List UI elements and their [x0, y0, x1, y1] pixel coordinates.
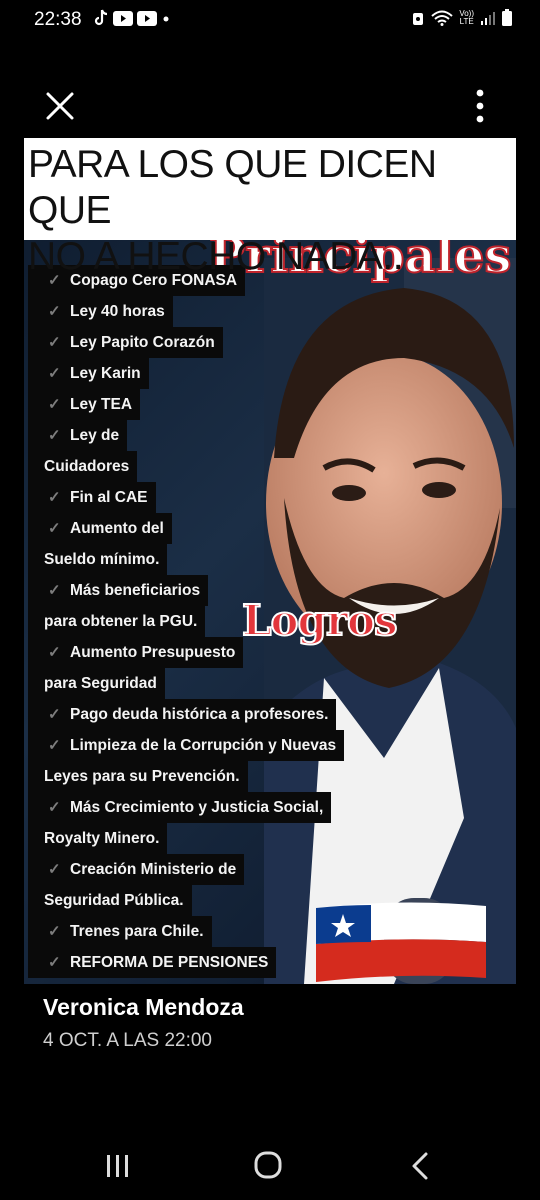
lte-indicator: Vo)) LTE	[459, 8, 474, 26]
post-timestamp: 4 OCT. A LAS 22:00	[43, 1030, 212, 1051]
signal-icon	[481, 11, 495, 25]
checkmark-icon: ✓	[48, 303, 61, 320]
achievement-text: para Seguridad	[44, 675, 157, 692]
alarm-icon	[413, 12, 424, 25]
achievement-text: Más beneficiarios	[70, 582, 201, 599]
checkmark-icon: ✓	[48, 861, 61, 878]
achievement-item: ✓ Ley de	[28, 420, 128, 451]
achievement-text: Limpieza de la Corrupción y Nuevas	[70, 737, 337, 754]
achievement-item: ✓ Limpieza de la Corrupción y Nuevas	[28, 730, 345, 761]
achievement-text: REFORMA DE PENSIONES	[70, 954, 269, 971]
achievement-item: ✓ REFORMA DE PENSIONES	[28, 947, 277, 978]
youtube-icon	[113, 10, 133, 26]
chile-flag-icon	[316, 902, 486, 982]
achievement-item: ✓ Creación Ministerio de	[28, 854, 245, 885]
checkmark-icon: ✓	[48, 954, 61, 971]
achievement-text: Creación Ministerio de	[70, 861, 237, 878]
achievement-item: ✓ Aumento del	[28, 513, 172, 544]
achievement-item: para obtener la PGU.	[28, 606, 206, 637]
achievement-text: Royalty Minero.	[44, 830, 160, 847]
achievement-text: Seguridad Pública.	[44, 892, 184, 909]
achievement-text: Ley 40 horas	[70, 303, 165, 320]
achievement-item: ✓ Ley 40 horas	[28, 296, 173, 327]
achievement-item: ✓ Más Crecimiento y Justicia Social,	[28, 792, 332, 823]
back-icon[interactable]	[400, 1149, 440, 1183]
logros-badge: Logros	[241, 595, 399, 646]
achievement-text: para obtener la PGU.	[44, 613, 198, 630]
checkmark-icon: ✓	[48, 799, 61, 816]
achievement-item: ✓ Ley Karin	[28, 358, 149, 389]
achievement-text: Pago deuda histórica a profesores.	[70, 706, 329, 723]
achievement-text: Trenes para Chile.	[70, 923, 204, 940]
checkmark-icon: ✓	[48, 706, 61, 723]
achievement-text: Cuidadores	[44, 458, 130, 475]
caption-box: PARA LOS QUE DICEN QUE NO A HECHO NADA..	[24, 138, 516, 278]
achievement-text: Sueldo mínimo.	[44, 551, 160, 568]
navigation-bar	[0, 1135, 540, 1195]
achievement-text: Fin al CAE	[70, 489, 148, 506]
checkmark-icon: ✓	[48, 737, 61, 754]
checkmark-icon: ✓	[48, 365, 61, 382]
achievement-item: ✓ Trenes para Chile.	[28, 916, 212, 947]
caption-text: PARA LOS QUE DICEN QUE NO A HECHO NADA..	[28, 143, 437, 278]
checkmark-icon: ✓	[48, 582, 61, 599]
recents-icon[interactable]	[98, 1149, 138, 1183]
close-icon[interactable]	[45, 91, 75, 121]
achievement-item: Sueldo mínimo.	[28, 544, 168, 575]
wifi-icon	[431, 10, 453, 26]
achievement-item: para Seguridad	[28, 668, 165, 699]
battery-icon	[502, 9, 512, 26]
achievement-text: Leyes para su Prevención.	[44, 768, 240, 785]
status-bar: 22:38 Vo)) LTE	[0, 0, 540, 40]
checkmark-icon: ✓	[48, 923, 61, 940]
achievement-item: ✓ Ley TEA	[28, 389, 141, 420]
achievement-item: ✓ Fin al CAE	[28, 482, 156, 513]
achievement-item: Seguridad Pública.	[28, 885, 192, 916]
checkmark-icon: ✓	[48, 334, 61, 351]
home-icon[interactable]	[248, 1149, 288, 1183]
notification-icons	[93, 9, 171, 27]
achievement-text: Aumento del	[70, 520, 164, 537]
achievement-item: Royalty Minero.	[28, 823, 168, 854]
achievement-item: ✓ Pago deuda histórica a profesores.	[28, 699, 337, 730]
tiktok-icon	[94, 9, 108, 26]
achievement-text: Más Crecimiento y Justicia Social,	[70, 799, 324, 816]
more-vert-icon[interactable]	[468, 87, 492, 125]
achievement-item: Leyes para su Prevención.	[28, 761, 248, 792]
checkmark-icon: ✓	[48, 644, 61, 661]
achievement-item: Cuidadores	[28, 451, 138, 482]
achievement-item: ✓ Aumento Presupuesto	[28, 637, 244, 668]
status-time: 22:38	[34, 9, 82, 30]
author-name[interactable]: Veronica Mendoza	[43, 994, 244, 1021]
checkmark-icon: ✓	[48, 489, 61, 506]
achievement-text: Ley Papito Corazón	[70, 334, 215, 351]
checkmark-icon: ✓	[48, 520, 61, 537]
checkmark-icon: ✓	[48, 427, 61, 444]
system-icons: Vo)) LTE	[411, 9, 512, 26]
achievement-text: Aumento Presupuesto	[70, 644, 236, 661]
post-image[interactable]: PARA LOS QUE DICEN QUE NO A HECHO NADA..…	[24, 138, 516, 984]
achievement-item: ✓ Ley Papito Corazón	[28, 327, 223, 358]
checkmark-icon: ✓	[48, 396, 61, 413]
dot-icon	[163, 16, 169, 22]
achievement-item: ✓ Más beneficiarios	[28, 575, 209, 606]
youtube-icon	[137, 10, 157, 26]
